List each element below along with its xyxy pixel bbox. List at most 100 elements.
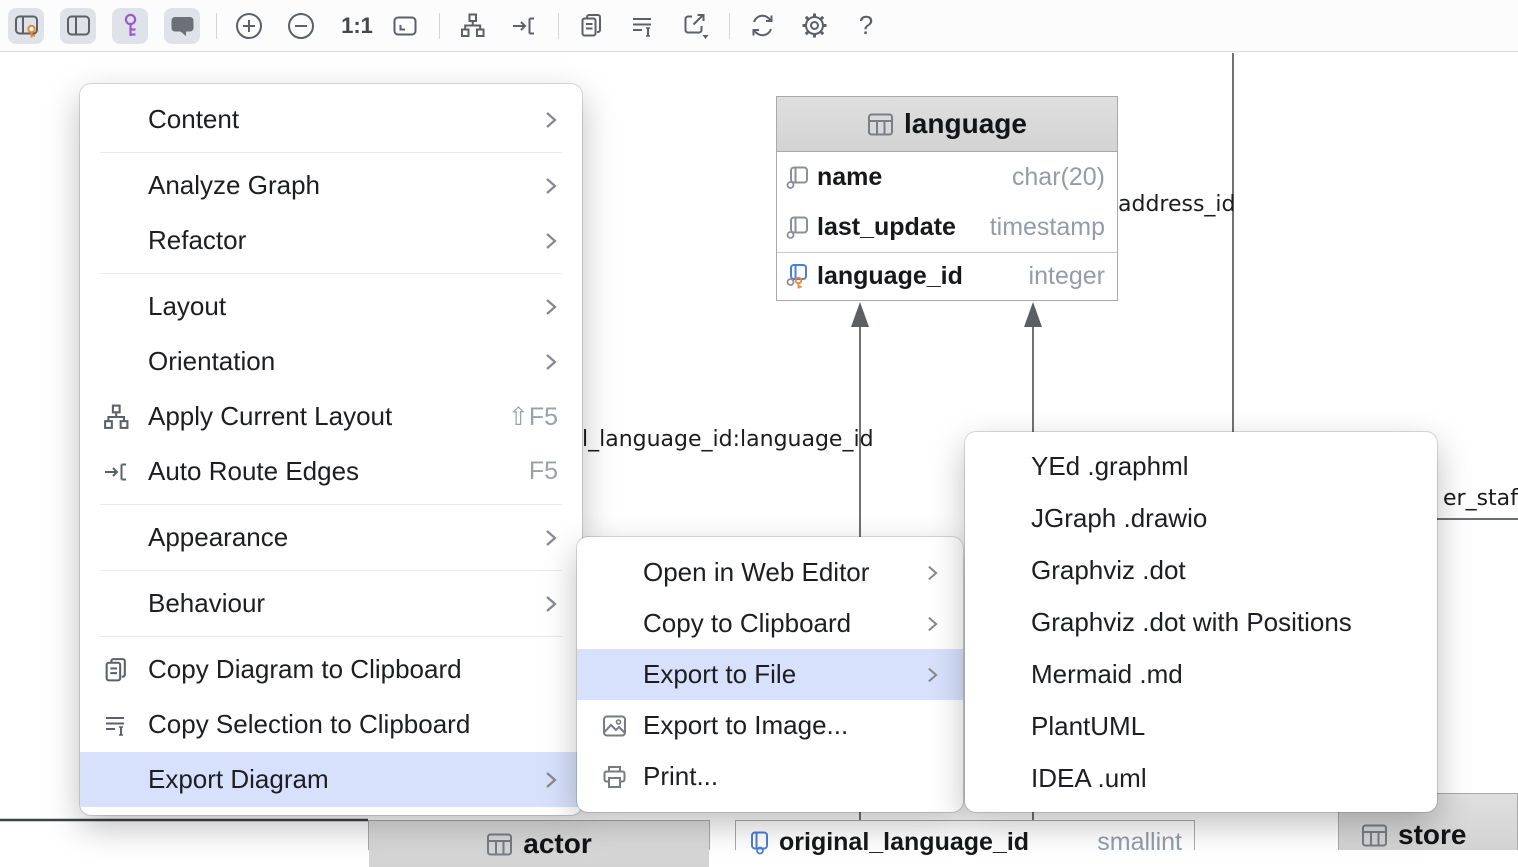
zoom-in-icon [234,11,264,41]
chevron-right-icon [926,665,939,685]
copy-selection-icon [102,711,130,739]
zoom-out-icon [286,11,316,41]
foreign-key-icon [748,830,773,855]
table-row[interactable]: original_language_id smallint [736,821,1194,863]
menu-item-print[interactable]: Print... [577,751,963,802]
menu-item-idea-uml[interactable]: IDEA .uml [965,752,1437,804]
toolbar-separator [729,13,730,39]
shortcut-label: F5 [529,457,558,486]
open-in-external-button[interactable] [677,8,713,44]
copy-selection-button[interactable] [625,8,661,44]
refresh-button[interactable] [744,8,780,44]
primary-key-icon [785,263,811,290]
toolbar-separator [558,13,559,39]
menu-item-graphviz-dot-with-positions[interactable]: Graphviz .dot with Positions [965,596,1437,648]
key-toggle-icon [117,12,144,39]
column-type: char(20) [1012,163,1105,192]
column-name: original_language_id [779,828,1029,857]
chevron-right-icon [544,769,558,791]
help-button[interactable]: ? [848,10,884,41]
edge-label-language-fk: l_language_id:language_id [582,427,874,452]
image-icon [601,712,628,739]
zoom-in-button[interactable] [231,8,267,44]
diagram-context-menu: Content Analyze Graph Refactor Layout Or… [80,84,582,815]
chevron-right-icon [544,527,558,549]
menu-item-copy-to-clipboard[interactable]: Copy to Clipboard [577,598,963,649]
shortcut-label: ⇧F5 [508,402,558,432]
chevron-right-icon [544,230,558,252]
table-key-toggle-icon [13,12,40,39]
auto-route-button[interactable] [506,8,542,44]
menu-item-refactor[interactable]: Refactor [80,213,582,268]
table-film-partial[interactable]: original_language_id smallint [735,820,1195,850]
menu-item-orientation[interactable]: Orientation [80,334,582,389]
apply-layout-button[interactable] [454,8,490,44]
table-icon [867,111,894,138]
show-keys-toggle[interactable] [112,8,148,44]
menu-item-plantuml[interactable]: PlantUML [965,700,1437,752]
settings-icon [800,11,829,40]
menu-item-auto-route-edges[interactable]: Auto Route Edges F5 [80,444,582,499]
column-name: last_update [817,213,956,242]
menu-item-behaviour[interactable]: Behaviour [80,576,582,631]
menu-item-analyze-graph[interactable]: Analyze Graph [80,158,582,213]
menu-item-content[interactable]: Content [80,92,582,147]
menu-item-open-in-web-editor[interactable]: Open in Web Editor [577,547,963,598]
copy-diagram-icon [578,12,605,39]
fit-content-button[interactable] [387,8,423,44]
toolbar-separator [439,13,440,39]
auto-route-icon [102,458,130,486]
printer-icon [601,763,628,790]
menu-separator [100,504,562,505]
table-language[interactable]: language name char(20) last_update times… [776,96,1118,301]
menu-item-layout[interactable]: Layout [80,279,582,334]
table-row[interactable]: language_id integer [777,252,1117,300]
refresh-icon [748,11,777,40]
menu-separator [100,152,562,153]
table-icon [486,831,513,858]
menu-item-export-diagram[interactable]: Export Diagram [80,752,582,807]
chevron-right-icon [544,593,558,615]
show-column-panels-toggle[interactable] [60,8,96,44]
menu-item-apply-current-layout[interactable]: Apply Current Layout ⇧F5 [80,389,582,444]
table-title: language [904,108,1027,140]
table-icon [1361,822,1388,849]
table-actor[interactable]: actor [368,820,710,850]
menu-item-appearance[interactable]: Appearance [80,510,582,565]
auto-route-icon [510,12,538,40]
table-title: actor [523,828,591,860]
chevron-right-icon [926,614,939,634]
column-name: language_id [817,262,963,291]
toolbar-separator [216,13,217,39]
menu-item-copy-selection-to-clipboard[interactable]: Copy Selection to Clipboard [80,697,582,752]
table-row[interactable]: last_update timestamp [777,202,1117,252]
menu-item-yed-graphml[interactable]: YEd .graphml [965,440,1437,492]
export-diagram-submenu: Open in Web Editor Copy to Clipboard Exp… [577,537,963,812]
menu-item-export-to-file[interactable]: Export to File [577,649,963,700]
settings-button[interactable] [796,8,832,44]
show-columns-keys-toggle[interactable] [8,8,44,44]
menu-item-copy-diagram-to-clipboard[interactable]: Copy Diagram to Clipboard [80,642,582,697]
apply-layout-icon [102,403,130,431]
chevron-right-icon [544,351,558,373]
menu-item-export-to-image[interactable]: Export to Image... [577,700,963,751]
column-type: smallint [1097,828,1182,857]
table-row[interactable]: name char(20) [777,152,1117,202]
apply-layout-icon [459,12,486,39]
table-actor-header[interactable]: actor [369,821,709,867]
copy-diagram-button[interactable] [573,8,609,44]
export-format-submenu: YEd .graphml JGraph .drawio Graphviz .do… [965,432,1437,812]
zoom-out-button[interactable] [283,8,319,44]
edge-label-staff-fk: er_staff_ [1443,486,1518,511]
chevron-right-icon [926,563,939,583]
column-icon [785,215,811,240]
menu-item-mermaid-md[interactable]: Mermaid .md [965,648,1437,700]
table-language-header[interactable]: language [777,97,1117,152]
show-comments-toggle[interactable] [164,8,200,44]
menu-item-graphviz-dot[interactable]: Graphviz .dot [965,544,1437,596]
menu-item-jgraph-drawio[interactable]: JGraph .drawio [965,492,1437,544]
copy-selection-icon [629,12,657,40]
chevron-right-icon [544,296,558,318]
column-type: timestamp [990,213,1105,242]
actual-size-button[interactable]: 1:1 [335,13,379,39]
